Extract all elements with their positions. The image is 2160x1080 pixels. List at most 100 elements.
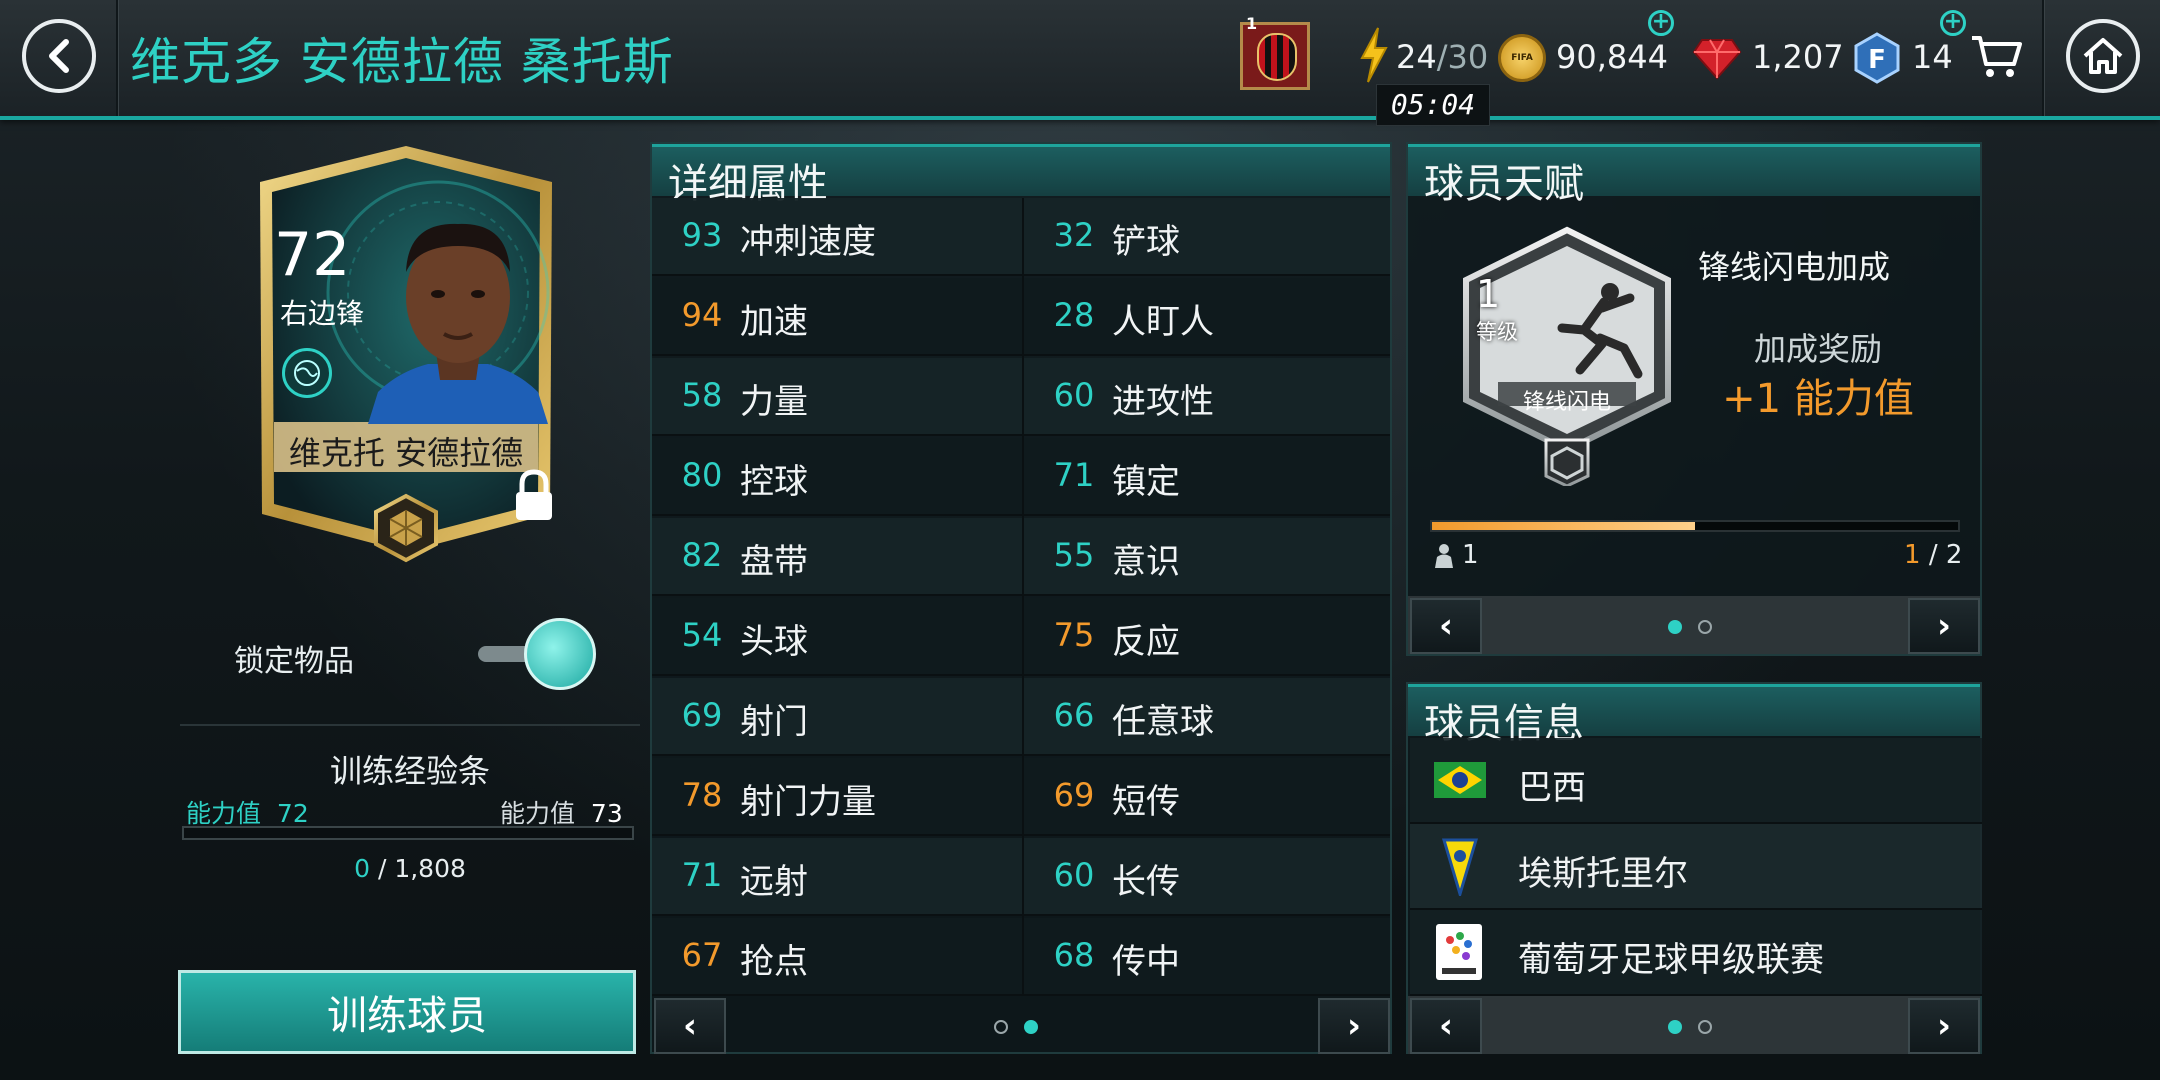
attribute-name: 冲刺速度 (740, 222, 876, 262)
home-icon (2083, 38, 2123, 74)
attribute-name: 头球 (740, 622, 808, 662)
attribute-row[interactable]: 67 抢点 (652, 918, 1022, 996)
lock-icon (510, 468, 558, 522)
globe-icon (282, 348, 332, 398)
talent-prev-button[interactable]: ‹ (1410, 598, 1482, 654)
info-next-button[interactable]: › (1908, 998, 1980, 1054)
info-prev-button[interactable]: ‹ (1410, 998, 1482, 1054)
attribute-row[interactable]: 69 短传 (1024, 758, 1390, 836)
attribute-name: 短传 (1112, 782, 1180, 822)
attribute-value: 71 (1053, 456, 1095, 494)
page-dot-2[interactable] (1024, 1020, 1038, 1034)
lock-toggle[interactable] (478, 618, 600, 690)
talent-next-button[interactable]: › (1908, 598, 1980, 654)
attribute-row[interactable]: 82 盘带 (652, 518, 1022, 596)
next-ability-value: 73 (590, 799, 623, 828)
badge-count: 1 (1246, 14, 1258, 33)
attribute-name: 射门 (740, 702, 808, 742)
back-icon (49, 39, 69, 73)
attribute-row[interactable]: 71 镇定 (1024, 438, 1390, 516)
lightning-icon (1360, 27, 1388, 83)
page-title: 维克多 安德拉德 桑托斯 (130, 33, 674, 91)
current-ability-label: 能力值 (186, 799, 262, 828)
attribute-row[interactable]: 60 进攻性 (1024, 358, 1390, 436)
club-row[interactable]: 埃斯托里尔 (1410, 824, 1982, 910)
attribute-name: 远射 (740, 862, 808, 902)
attribute-row[interactable]: 54 头球 (652, 598, 1022, 676)
attributes-next-button[interactable]: › (1318, 998, 1390, 1054)
attribute-row[interactable]: 28 人盯人 (1024, 278, 1390, 356)
attribute-value: 80 (681, 456, 723, 494)
add-points-button[interactable]: + (1940, 10, 1966, 36)
attribute-value: 69 (1053, 776, 1095, 814)
attribute-name: 意识 (1112, 542, 1180, 582)
gem-icon (1692, 39, 1742, 80)
training-progress-text: 0 / 1,808 (180, 854, 640, 883)
talent-progress-fill (1432, 522, 1695, 530)
energy-value: 24/30 (1396, 38, 1488, 76)
fifa-coin-icon: FIFA (1498, 34, 1546, 82)
attribute-row[interactable]: 58 力量 (652, 358, 1022, 436)
info-dot-1[interactable] (1668, 1020, 1682, 1034)
attribute-row[interactable]: 69 射门 (652, 678, 1022, 756)
player-info-header: 球员信息 (1408, 684, 1980, 747)
player-info-panel: 球员信息 巴西 埃斯托里尔 葡萄牙足球甲级联赛 ‹ › (1406, 682, 1982, 1054)
talent-dot-1[interactable] (1668, 620, 1682, 634)
add-coins-button[interactable]: + (1648, 10, 1674, 36)
league-row[interactable]: 葡萄牙足球甲级联赛 (1410, 910, 1982, 996)
talent-badge[interactable]: 1 等级 锋线闪电 (1460, 226, 1674, 486)
talent-header: 球员天赋 (1408, 144, 1980, 207)
attribute-name: 任意球 (1112, 702, 1214, 742)
attribute-row[interactable]: 94 加速 (652, 278, 1022, 356)
attribute-name: 射门力量 (740, 782, 876, 822)
page-dot-1[interactable] (994, 1020, 1008, 1034)
cart-icon[interactable] (1970, 34, 2022, 80)
energy-max: /30 (1436, 38, 1489, 76)
chevron-right-icon: › (1936, 1006, 1951, 1046)
attribute-row[interactable]: 66 任意球 (1024, 678, 1390, 756)
talent-dot-2[interactable] (1698, 620, 1712, 634)
info-dot-2[interactable] (1698, 1020, 1712, 1034)
attribute-value: 78 (681, 776, 723, 814)
talent-step: 1 / 2 (1904, 540, 1962, 570)
lock-label: 锁定物品 (234, 644, 354, 679)
attribute-row[interactable]: 75 反应 (1024, 598, 1390, 676)
player-card[interactable]: 72 右边锋 维克托 安德拉德 (238, 142, 574, 572)
card-position: 右边锋 (280, 297, 365, 330)
attribute-row[interactable]: 71 远射 (652, 838, 1022, 916)
attribute-name: 进攻性 (1112, 382, 1214, 422)
league-logo-icon (1436, 924, 1482, 980)
home-button[interactable] (2066, 19, 2140, 93)
attribute-row[interactable]: 32 铲球 (1024, 198, 1390, 276)
attribute-row[interactable]: 93 冲刺速度 (652, 198, 1022, 276)
talent-level-label: 等级 (1476, 320, 1518, 344)
nation-row[interactable]: 巴西 (1410, 738, 1982, 824)
training-title: 训练经验条 (329, 752, 490, 790)
attribute-name: 力量 (740, 382, 808, 422)
talent-panel: 球员天赋 1 等级 锋线闪电 锋线闪电加成 加成奖励 +1 能力值 1 1 / … (1406, 142, 1982, 656)
attribute-name: 长传 (1112, 862, 1180, 902)
attribute-value: 58 (681, 376, 723, 414)
attribute-row[interactable]: 80 控球 (652, 438, 1022, 516)
attribute-value: 28 (1053, 296, 1095, 334)
talent-level-number: 1 (1476, 272, 1501, 316)
attribute-value: 60 (1053, 376, 1095, 414)
next-ability: 能力值 73 (500, 794, 623, 830)
attribute-value: 71 (681, 856, 723, 894)
attribute-name: 镇定 (1112, 462, 1180, 502)
attributes-prev-button[interactable]: ‹ (654, 998, 726, 1054)
attribute-value: 67 (681, 936, 723, 974)
attribute-row[interactable]: 60 长传 (1024, 838, 1390, 916)
divider (2042, 0, 2044, 116)
info-pager (1408, 996, 1980, 1054)
back-button[interactable] (22, 19, 96, 93)
train-player-button[interactable]: 训练球员 (178, 970, 636, 1054)
bonus-label: 加成奖励 (1753, 330, 1882, 368)
attribute-row[interactable]: 78 射门力量 (652, 758, 1022, 836)
talent-step-current: 1 (1904, 540, 1921, 570)
attribute-row[interactable]: 55 意识 (1024, 518, 1390, 596)
current-ability-value: 72 (276, 799, 309, 828)
coins-value: 90,844 (1556, 38, 1668, 76)
attribute-row[interactable]: 68 传中 (1024, 918, 1390, 996)
nation-name: 巴西 (1518, 768, 1586, 808)
